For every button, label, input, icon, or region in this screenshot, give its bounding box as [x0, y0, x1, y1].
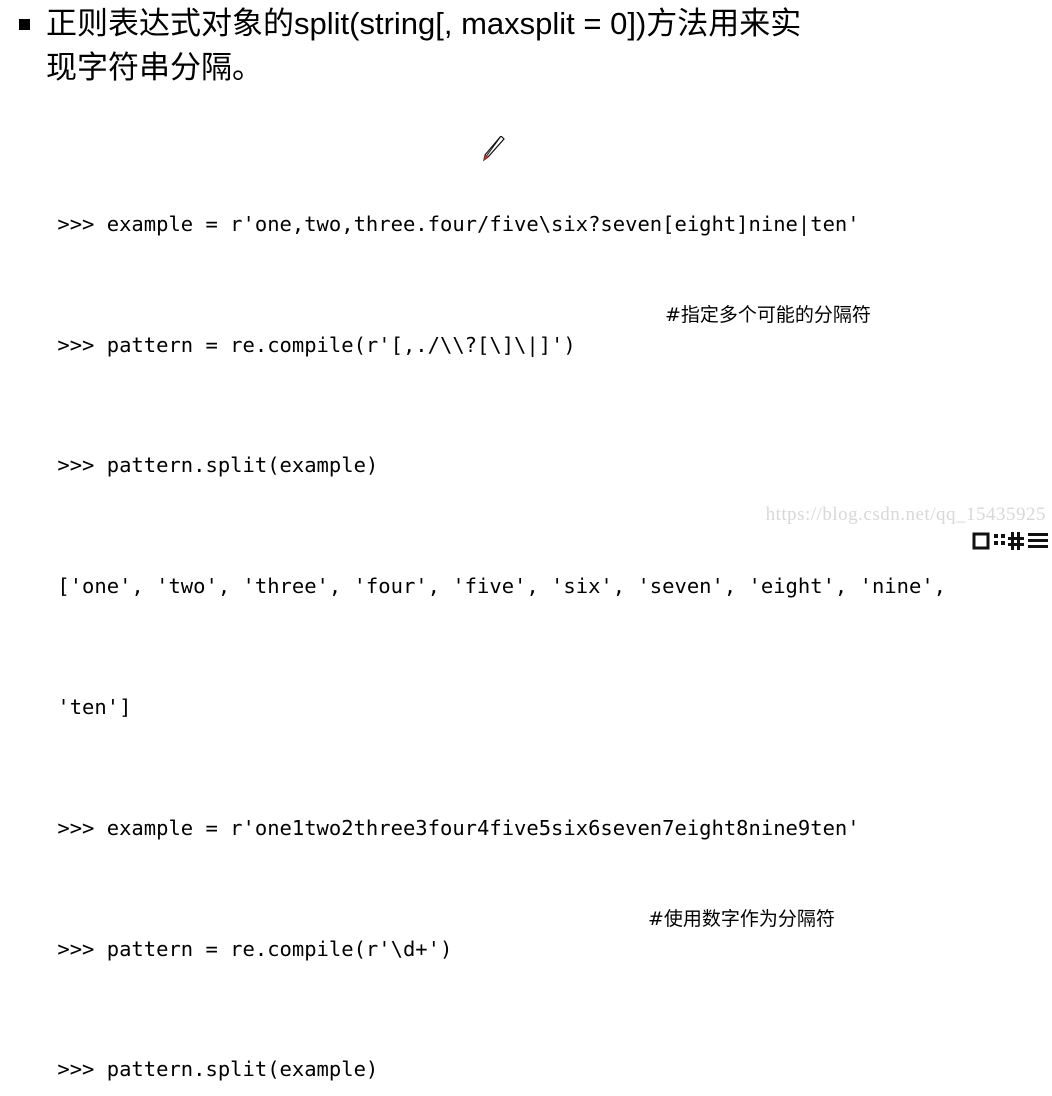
- corner-logo-icon: [968, 530, 1052, 552]
- console-line-code: >>> pattern.split(example): [57, 1057, 379, 1082]
- console-line-comment: #使用数字作为分隔符: [648, 908, 835, 931]
- console-line: >>> pattern.split(example): [0, 1024, 1052, 1081]
- console-line: >>> pattern = re.compile(r'[,./\\?[\]\|]…: [0, 299, 1052, 356]
- console-line-code: >>> pattern.split(example): [57, 453, 379, 478]
- square-bullet-icon: [0, 2, 46, 44]
- slide-title-text: 正则表达式对象的split(string[, maxsplit = 0])方法用…: [46, 2, 1052, 90]
- console-line-code: >>> example = r'one,two,three.four/five\…: [57, 211, 860, 236]
- title-line-1: 正则表达式对象的split(string[, maxsplit = 0])方法用…: [46, 6, 802, 41]
- console-line: >>> example = r'one,two,three.four/five\…: [0, 179, 1052, 236]
- console-line-code: 'ten']: [57, 695, 132, 719]
- bullet-row: 正则表达式对象的split(string[, maxsplit = 0])方法用…: [0, 2, 1052, 90]
- console-line: >>> pattern.split(example): [0, 420, 1052, 477]
- console-line: ['one', 'two', 'three', 'four', 'five', …: [0, 541, 1052, 598]
- console-line-code: >>> pattern = re.compile(r'[,./\\?[\]\|]…: [57, 332, 576, 357]
- console-line-comment: #指定多个可能的分隔符: [665, 304, 871, 327]
- console-line: >>> pattern = re.compile(r'\d+') #使用数字作为…: [0, 903, 1052, 960]
- title-line-2: 现字符串分隔。: [46, 50, 263, 85]
- console-line-code: >>> pattern = re.compile(r'\d+'): [57, 936, 453, 961]
- python-console-output: >>> example = r'one,two,three.four/five\…: [0, 88, 1052, 1096]
- console-line: 'ten']: [0, 662, 1052, 719]
- console-line-code: ['one', 'two', 'three', 'four', 'five', …: [57, 574, 947, 599]
- slide-title-block: 正则表达式对象的split(string[, maxsplit = 0])方法用…: [0, 0, 1052, 90]
- watermark-url: https://blog.csdn.net/qq_15435925: [765, 504, 1046, 525]
- console-line: >>> example = r'one1two2three3four4five5…: [0, 783, 1052, 840]
- console-line-code: >>> example = r'one1two2three3four4five5…: [57, 815, 860, 840]
